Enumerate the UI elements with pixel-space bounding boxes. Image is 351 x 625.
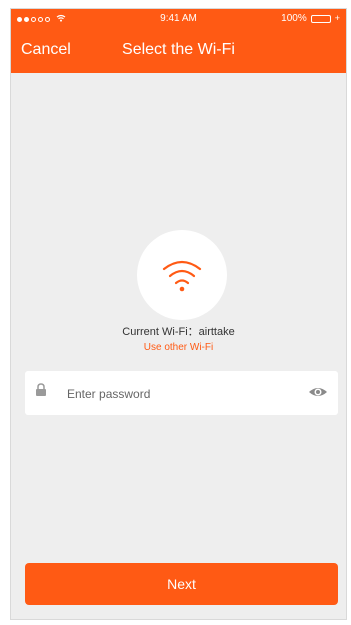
phone-screen: 9:41 AM 100% + Cancel Select the Wi-Fi C… xyxy=(10,8,347,620)
password-field xyxy=(25,371,338,417)
lock-icon xyxy=(35,383,47,402)
password-input[interactable] xyxy=(65,371,299,417)
nav-bar: Cancel Select the Wi-Fi xyxy=(11,29,346,73)
wifi-icon-circle xyxy=(137,230,227,320)
next-button[interactable]: Next xyxy=(25,563,338,605)
eye-icon[interactable] xyxy=(308,385,328,404)
status-bar: 9:41 AM 100% + xyxy=(11,9,346,29)
wifi-icon xyxy=(162,260,202,292)
battery-icon xyxy=(310,14,331,23)
current-wifi-label: Current Wi-Fi：airttake xyxy=(122,326,235,338)
battery-indicator: 100% + xyxy=(281,13,340,24)
battery-percent: 100% xyxy=(281,13,307,24)
use-other-wifi-link[interactable]: Use other Wi-Fi xyxy=(11,342,346,353)
bolt-icon: + xyxy=(334,13,340,23)
page-title: Select the Wi-Fi xyxy=(122,41,235,58)
